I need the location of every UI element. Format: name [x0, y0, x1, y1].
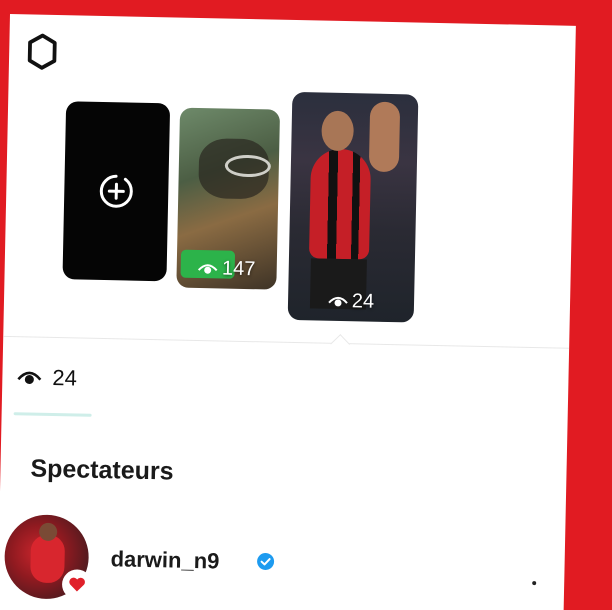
story-view-count-value: 147 [221, 257, 256, 281]
eye-icon [17, 371, 42, 384]
story-view-count: 147 [176, 257, 276, 282]
story-thumbnail-selected[interactable]: 24 [287, 91, 419, 323]
story-photo-hands [368, 101, 401, 173]
add-story-icon [99, 174, 133, 208]
active-tab-indicator [13, 412, 92, 417]
avatar-photo [30, 534, 66, 584]
story-thumbnail[interactable]: 147 [176, 107, 281, 290]
viewer-username[interactable]: darwin_n9 [110, 546, 219, 574]
more-options-icon[interactable] [532, 581, 537, 586]
viewers-count: 24 [52, 364, 78, 391]
reaction-badge [61, 569, 93, 600]
story-strip: 147 24 [3, 14, 576, 356]
heart-icon [69, 577, 85, 592]
viewer-row[interactable]: darwin_n9 [0, 514, 565, 606]
story-view-count: 24 [288, 289, 414, 315]
story-photo [308, 148, 372, 260]
story-viewers-screen: 147 24 24 Spectateurs darwin_n9 [0, 14, 576, 610]
eye-icon [198, 263, 218, 274]
section-title: Spectateurs [30, 454, 174, 486]
verified-badge-icon [257, 552, 275, 570]
story-photo-head [321, 110, 355, 152]
eye-icon [328, 296, 348, 306]
create-story-button[interactable] [62, 101, 171, 282]
story-view-count-value: 24 [351, 290, 375, 313]
viewers-tab[interactable]: 24 [16, 364, 77, 391]
